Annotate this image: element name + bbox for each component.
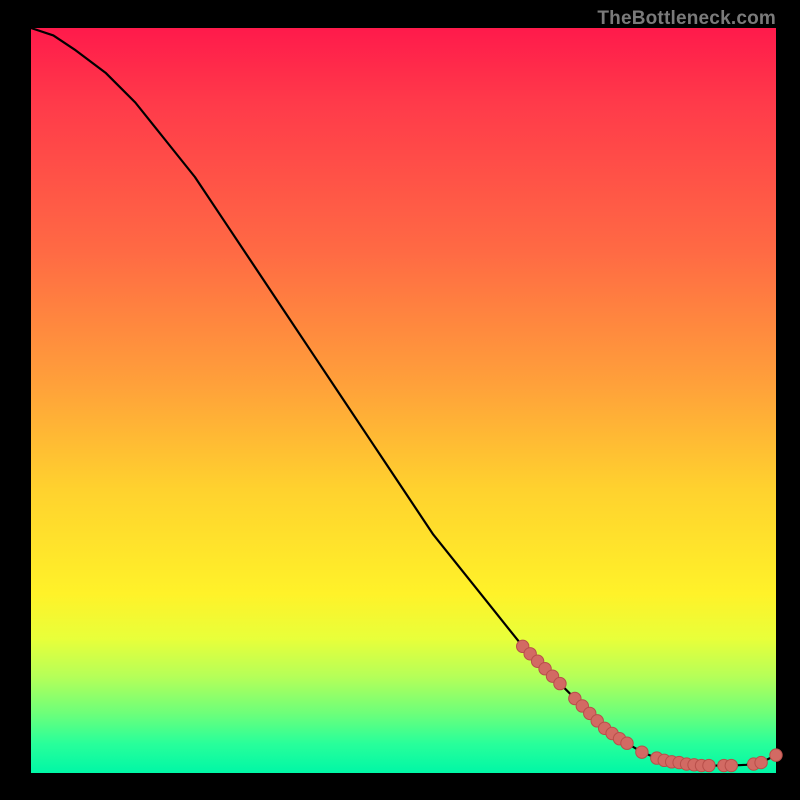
curve-path	[31, 28, 776, 766]
plot-area	[31, 28, 776, 773]
chart-svg	[31, 28, 776, 773]
data-marker	[755, 756, 767, 768]
data-marker	[636, 746, 648, 758]
chart-stage: TheBottleneck.com	[0, 0, 800, 800]
data-marker	[554, 677, 566, 689]
marker-layer	[517, 640, 783, 772]
watermark-text: TheBottleneck.com	[597, 9, 776, 28]
data-marker	[725, 759, 737, 771]
line-layer	[31, 28, 776, 766]
data-marker	[770, 749, 782, 761]
data-marker	[703, 759, 715, 771]
data-marker	[621, 737, 633, 749]
